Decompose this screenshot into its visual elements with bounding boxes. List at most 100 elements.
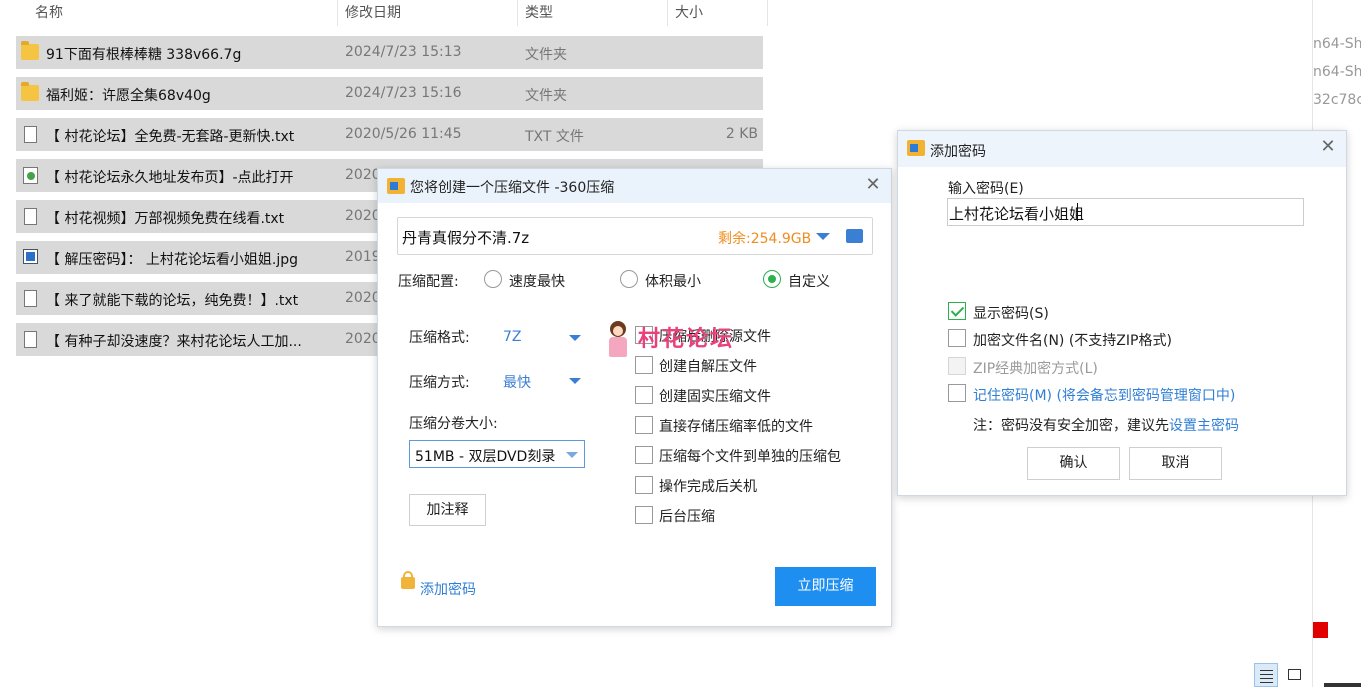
radio-custom-label[interactable]: 自定义 xyxy=(788,271,830,291)
compress-dialog-titlebar[interactable]: 您将创建一个压缩文件 -360压缩 ✕ xyxy=(378,169,891,203)
checkbox-store-low-ratio[interactable] xyxy=(635,416,653,434)
option-delete-source[interactable]: 压缩后删除源文件 xyxy=(659,326,771,346)
chevron-down-icon[interactable] xyxy=(569,378,581,384)
close-icon[interactable]: ✕ xyxy=(1320,137,1336,157)
url-shortcut-icon xyxy=(23,167,38,184)
checkbox-self-extract[interactable] xyxy=(635,356,653,374)
radio-smallest-label[interactable]: 体积最小 xyxy=(645,271,701,291)
set-master-password-link[interactable]: 设置主密码 xyxy=(1169,418,1239,434)
checkbox-remember-password[interactable] xyxy=(948,384,966,402)
remember-password-label[interactable]: 记住密码(M) (将会备忘到密码管理窗口中) xyxy=(973,385,1235,405)
checkbox-separate-archives[interactable] xyxy=(635,446,653,464)
option-background[interactable]: 后台压缩 xyxy=(659,506,715,526)
taskbar-edge xyxy=(1324,683,1361,687)
file-date: 2020 xyxy=(345,331,381,347)
cartoon-girl-icon xyxy=(606,321,630,361)
compress-dialog: 您将创建一个压缩文件 -360压缩 ✕ 丹青真假分不清.7z 剩余:254.9G… xyxy=(377,168,892,627)
radio-smallest[interactable] xyxy=(620,270,638,288)
add-comment-button[interactable]: 加注释 xyxy=(409,494,486,526)
password-dialog-titlebar[interactable]: 添加密码 ✕ xyxy=(898,131,1346,167)
radio-custom[interactable] xyxy=(763,270,781,288)
file-row[interactable]: 【 村花论坛】全免费-无套路-更新快.txt 2020/5/26 11:45 T… xyxy=(16,118,763,151)
image-file-icon xyxy=(23,249,38,264)
file-date: 2024/7/23 15:16 xyxy=(345,85,462,101)
option-separate-archives[interactable]: 压缩每个文件到单独的压缩包 xyxy=(659,446,841,466)
file-date: 2019 xyxy=(345,249,381,265)
show-password-label[interactable]: 显示密码(S) xyxy=(973,303,1049,323)
checkbox-shutdown[interactable] xyxy=(635,476,653,494)
column-type[interactable]: 类型 xyxy=(525,2,553,22)
column-divider[interactable] xyxy=(667,0,668,26)
compress-now-button[interactable]: 立即压缩 xyxy=(775,567,876,606)
radio-fastest[interactable] xyxy=(484,270,502,288)
column-divider[interactable] xyxy=(767,0,768,26)
checkbox-delete-source[interactable] xyxy=(635,326,653,344)
text-file-icon xyxy=(24,126,37,143)
file-date: 2024/7/23 15:13 xyxy=(345,44,462,60)
chevron-down-icon[interactable] xyxy=(569,335,581,341)
password-value: 上村花论坛看小姐姐 xyxy=(949,205,1085,223)
compress-dialog-title: 您将创建一个压缩文件 -360压缩 xyxy=(410,180,615,196)
archive-path-field[interactable]: 丹青真假分不清.7z 剩余:254.9GB xyxy=(397,217,873,255)
red-marker xyxy=(1313,622,1328,638)
large-icons-view-button[interactable] xyxy=(1282,663,1306,687)
disk-remaining: 剩余:254.9GB xyxy=(718,231,812,247)
file-name: 91下面有根棒棒糖 338v66.7g xyxy=(46,47,242,63)
checkbox-show-password[interactable] xyxy=(948,302,966,320)
checkbox-encrypt-names[interactable] xyxy=(948,329,966,347)
file-name: 【 解压密码】： 上村花论坛看小姐姐.jpg xyxy=(46,252,299,268)
checkbox-background[interactable] xyxy=(635,506,653,524)
file-date: 2020/5/26 11:45 xyxy=(345,126,462,142)
file-date: 2020 xyxy=(345,208,381,224)
password-input[interactable]: 上村花论坛看小姐姐 xyxy=(947,198,1304,226)
details-hint: n64-Shi xyxy=(1313,36,1361,52)
volume-size-select[interactable]: 51MB - 双层DVD刻录 xyxy=(409,440,585,468)
checkbox-zip-classic xyxy=(948,357,966,375)
method-select[interactable]: 最快 xyxy=(503,372,531,392)
radio-fastest-label[interactable]: 速度最快 xyxy=(509,271,565,291)
details-hint: 32c78c xyxy=(1313,92,1361,108)
file-type: 文件夹 xyxy=(525,47,567,63)
column-header: 名称 修改日期 类型 大小 xyxy=(0,0,768,26)
security-note: 注：密码没有安全加密，建议先设置主密码 xyxy=(973,415,1239,435)
file-size: 2 KB xyxy=(725,126,758,142)
column-name[interactable]: 名称 xyxy=(35,2,63,22)
file-row[interactable]: 福利姬：许愿全集68v40g 2024/7/23 15:16 文件夹 xyxy=(16,77,763,110)
format-select[interactable]: 7Z xyxy=(503,329,522,345)
column-size[interactable]: 大小 xyxy=(675,2,703,22)
details-hint: n64-Shi xyxy=(1313,64,1361,80)
close-icon[interactable]: ✕ xyxy=(865,175,881,195)
option-self-extract[interactable]: 创建自解压文件 xyxy=(659,356,757,376)
method-label: 压缩方式: xyxy=(409,375,470,391)
file-name: 【 村花视频】万部视频免费在线看.txt xyxy=(46,211,285,227)
chevron-down-icon[interactable] xyxy=(566,452,578,458)
option-solid[interactable]: 创建固实压缩文件 xyxy=(659,386,771,406)
column-date[interactable]: 修改日期 xyxy=(345,2,401,22)
details-view-button[interactable] xyxy=(1254,663,1278,687)
chevron-down-icon[interactable] xyxy=(816,233,830,240)
file-row[interactable]: 91下面有根棒棒糖 338v66.7g 2024/7/23 15:13 文件夹 xyxy=(16,36,763,69)
confirm-button[interactable]: 确认 xyxy=(1027,447,1120,480)
text-file-icon xyxy=(24,290,37,307)
option-shutdown[interactable]: 操作完成后关机 xyxy=(659,476,757,496)
file-type: 文件夹 xyxy=(525,88,567,104)
text-file-icon xyxy=(24,208,37,225)
text-caret xyxy=(1077,203,1078,221)
column-divider[interactable] xyxy=(517,0,518,26)
browse-folder-icon[interactable] xyxy=(846,229,863,243)
file-name: 福利姬：许愿全集68v40g xyxy=(46,88,211,104)
volume-label: 压缩分卷大小: xyxy=(409,416,498,432)
encrypt-names-label[interactable]: 加密文件名(N) (不支持ZIP格式) xyxy=(973,330,1172,350)
360zip-app-icon xyxy=(387,178,405,194)
cancel-button[interactable]: 取消 xyxy=(1129,447,1222,480)
option-store-low-ratio[interactable]: 直接存储压缩率低的文件 xyxy=(659,416,813,436)
add-password-dialog: 添加密码 ✕ 输入密码(E) 上村花论坛看小姐姐 显示密码(S) 加密文件名(N… xyxy=(897,130,1347,496)
file-type: TXT 文件 xyxy=(525,129,584,145)
text-file-icon xyxy=(24,331,37,348)
file-date: 2020 xyxy=(345,167,381,183)
volume-size-value: 51MB - 双层DVD刻录 xyxy=(415,449,556,465)
file-name: 【 来了就能下载的论坛，纯免费！】.txt xyxy=(46,293,299,309)
add-password-link[interactable]: 添加密码 xyxy=(420,579,476,599)
column-divider[interactable] xyxy=(337,0,338,26)
checkbox-solid[interactable] xyxy=(635,386,653,404)
